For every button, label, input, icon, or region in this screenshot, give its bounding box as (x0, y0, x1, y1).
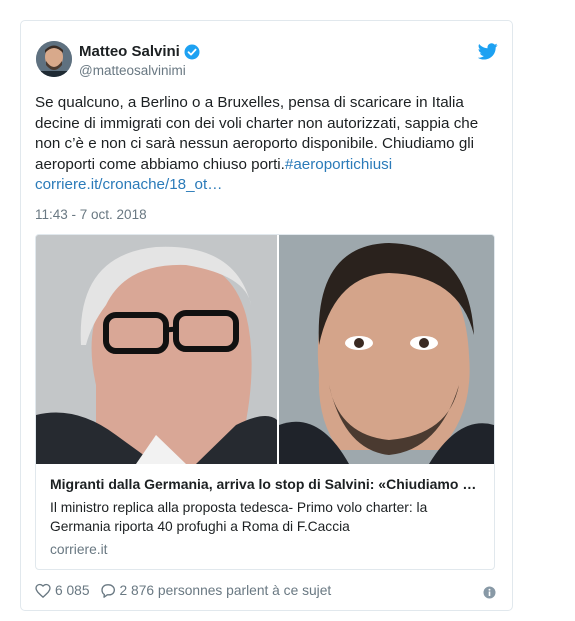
tweet-card: Matteo Salvini @matteosalvinimi Se qualc… (20, 20, 513, 611)
verified-badge-icon (184, 44, 200, 60)
photo-right (279, 235, 494, 464)
photo-left (36, 235, 277, 464)
author-name-row[interactable]: Matteo Salvini (79, 43, 200, 60)
avatar[interactable] (36, 41, 72, 77)
media-card-description: Il ministro replica alla proposta tedesc… (50, 500, 428, 534)
like-button[interactable]: 6 085 (35, 583, 90, 598)
twitter-bird-icon[interactable] (477, 43, 498, 60)
tweet-text: Se qualcuno, a Berlino o a Bruxelles, pe… (35, 93, 500, 196)
tweet-actions: 6 085 2 876 personnes parlent à ce sujet (35, 583, 341, 598)
comment-button[interactable]: 2 876 personnes parlent à ce sujet (100, 583, 332, 598)
comment-count: 2 876 personnes parlent à ce sujet (119, 583, 332, 598)
info-icon[interactable] (483, 586, 496, 599)
article-link[interactable]: corriere.it/cronache/18_ot… (35, 176, 222, 193)
media-card[interactable]: Migranti dalla Germania, arriva lo stop … (35, 234, 495, 570)
comment-icon (100, 584, 115, 598)
tweet-timestamp[interactable]: 11:43 - 7 oct. 2018 (35, 207, 147, 222)
author-handle[interactable]: @matteosalvinimi (79, 63, 186, 78)
heart-icon (35, 583, 51, 598)
tweet-body: Se qualcuno, a Berlino o a Bruxelles, pe… (35, 94, 479, 173)
hashtag-link[interactable]: #aeroportichiusi (285, 156, 392, 173)
media-card-title[interactable]: Migranti dalla Germania, arriva lo stop … (50, 476, 480, 492)
media-card-text[interactable]: Migranti dalla Germania, arriva lo stop … (36, 465, 494, 569)
media-card-domain: corriere.it (50, 542, 108, 557)
like-count: 6 085 (55, 583, 90, 598)
author-name[interactable]: Matteo Salvini (79, 43, 180, 60)
media-photos[interactable] (36, 235, 494, 464)
